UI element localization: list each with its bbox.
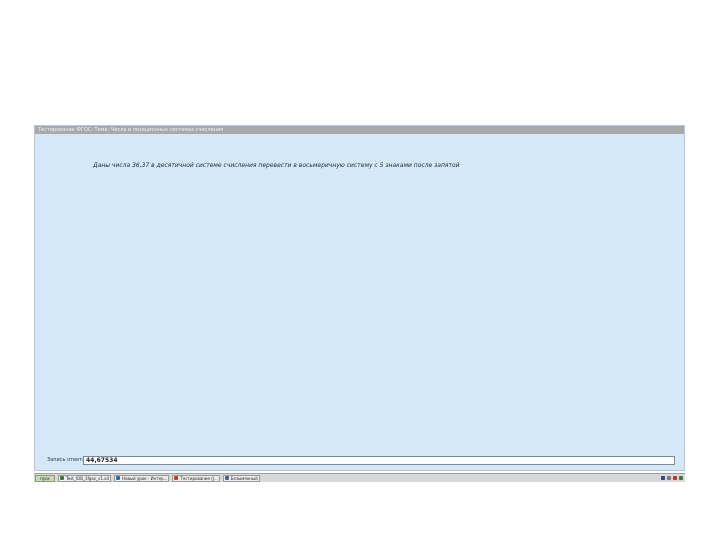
taskbar-button-label: Безымянный bbox=[230, 475, 258, 481]
system-tray bbox=[661, 476, 683, 480]
network-icon[interactable] bbox=[673, 476, 677, 480]
answer-row: Запись ответа: bbox=[47, 456, 677, 466]
taskbar-button-testing[interactable]: Тестирование (J... bbox=[172, 474, 220, 482]
browser-icon bbox=[116, 476, 121, 480]
shield-icon[interactable] bbox=[679, 476, 683, 480]
window-title: Тестирование ФГОС: Тема: Числа в позицио… bbox=[35, 126, 684, 134]
test-window: Тестирование ФГОС: Тема: Числа в позицио… bbox=[34, 125, 685, 471]
speaker-icon[interactable] bbox=[667, 476, 671, 480]
keyboard-icon[interactable] bbox=[661, 476, 665, 480]
answer-input[interactable] bbox=[83, 456, 675, 465]
taskbar-button-label: Test_IOB_1fgos_v1.x4 bbox=[66, 475, 110, 481]
task-text: Даны числа 36,37 в десятичной системе сч… bbox=[93, 162, 460, 169]
taskbar-button-browser[interactable]: Новый урок - Интер... bbox=[114, 474, 170, 482]
taskbar-button-label: Новый урок - Интер... bbox=[122, 475, 168, 481]
taskbar-button-label: Тестирование (J... bbox=[180, 475, 218, 481]
app-icon bbox=[174, 476, 179, 480]
answer-label: Запись ответа: bbox=[47, 457, 87, 463]
taskbar: пуск Test_IOB_1fgos_v1.x4 Новый урок - И… bbox=[34, 473, 685, 482]
taskbar-button-paint[interactable]: Безымянный bbox=[222, 474, 260, 482]
app-icon bbox=[60, 476, 64, 480]
start-button[interactable]: пуск bbox=[35, 474, 55, 482]
paint-icon bbox=[224, 476, 229, 480]
taskbar-button-test[interactable]: Test_IOB_1fgos_v1.x4 bbox=[58, 474, 112, 482]
